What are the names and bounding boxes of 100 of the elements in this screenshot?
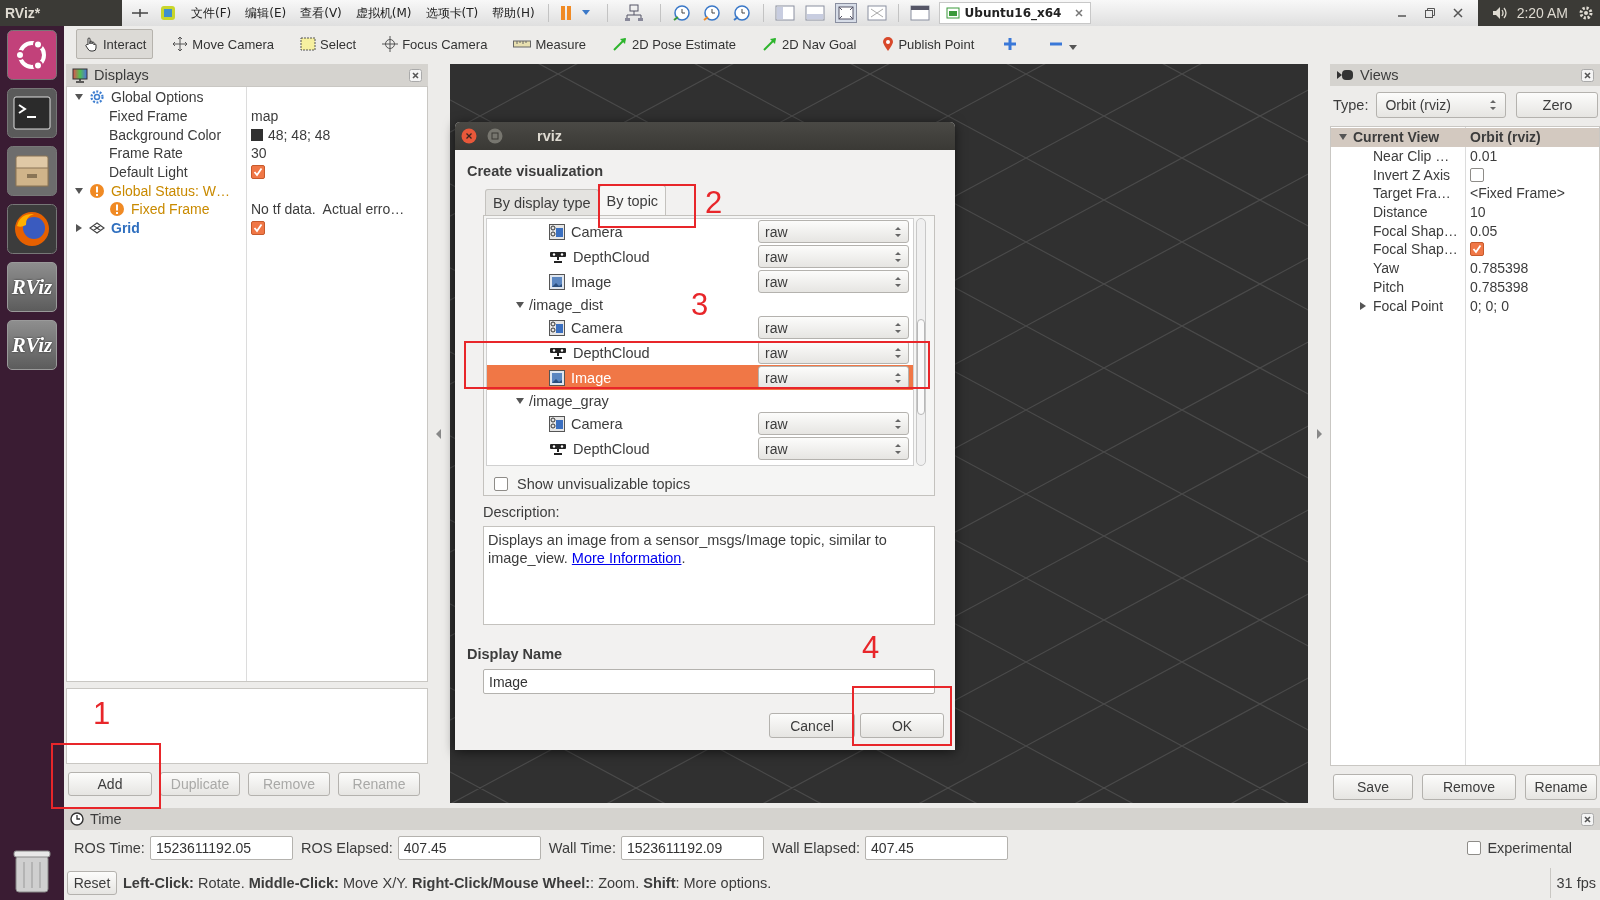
transport-dropdown[interactable]: raw	[758, 245, 910, 268]
fullscreen-icon[interactable]	[834, 3, 857, 23]
checkbox[interactable]	[251, 165, 265, 180]
caret-down-icon[interactable]	[515, 395, 525, 406]
launcher-button[interactable]: RViz	[7, 262, 57, 312]
menu-item[interactable]: 帮助(H)	[485, 4, 542, 22]
scrollbar[interactable]	[916, 218, 926, 466]
close-icon[interactable]	[1581, 812, 1594, 826]
menu-item[interactable]: 虚拟机(M)	[348, 4, 419, 22]
spinner-arrows-icon	[894, 249, 903, 264]
console-icon[interactable]	[909, 4, 930, 22]
collapse-right-icon[interactable]	[1316, 429, 1322, 439]
terminal-icon[interactable]	[7, 88, 57, 138]
topic-row[interactable]: Camera raw	[487, 219, 914, 244]
transport-dropdown[interactable]: raw	[758, 366, 910, 389]
time-field[interactable]: 1523611192.05	[149, 836, 293, 860]
transport-dropdown[interactable]: raw	[758, 341, 910, 364]
tool-button[interactable]: Publish Point	[875, 29, 982, 59]
checkbox[interactable]	[1467, 841, 1482, 855]
tool-button[interactable]: 2D Pose Estimate	[604, 29, 743, 59]
clock-icon[interactable]	[671, 4, 692, 22]
property-value: 0.01	[1470, 148, 1498, 165]
topic-row[interactable]: DepthCloud raw	[487, 340, 914, 365]
arrow-icon	[611, 36, 628, 52]
menu-item[interactable]: 文件(F)	[184, 4, 239, 22]
checkbox[interactable]	[1470, 242, 1484, 257]
clock-icon[interactable]	[701, 4, 722, 22]
display-name-field[interactable]: Image	[483, 669, 935, 694]
pause-icon[interactable]	[558, 5, 573, 21]
speaker-icon[interactable]	[1490, 5, 1507, 21]
camera-icon	[549, 415, 565, 432]
topic-row[interactable]: Image raw	[487, 365, 914, 390]
caret-down-icon[interactable]	[580, 9, 591, 17]
launcher-button[interactable]: RViz	[7, 320, 57, 370]
topic-row[interactable]: Camera raw	[487, 411, 914, 436]
menu-item[interactable]: 查看(V)	[293, 4, 349, 22]
tool-button[interactable]: Move Camera	[165, 29, 281, 59]
restore-icon[interactable]	[1424, 7, 1436, 19]
field-label: ROS Elapsed:	[300, 840, 393, 856]
checkbox[interactable]	[251, 221, 265, 236]
clock[interactable]: 2:20 AM	[1516, 5, 1568, 21]
time-field[interactable]: 407.45	[865, 836, 1009, 860]
drawer-icon[interactable]	[7, 146, 57, 196]
display-type: Image	[571, 273, 612, 290]
topic-row[interactable]: /image_gray	[487, 390, 615, 411]
tool-button[interactable]: Measure	[506, 29, 593, 59]
topic-row[interactable]: DepthCloud raw	[487, 436, 914, 461]
transport-dropdown[interactable]: raw	[758, 270, 910, 293]
library-icon[interactable]	[160, 5, 176, 21]
topic-row[interactable]: /image_dist	[487, 294, 610, 315]
transport-dropdown[interactable]: raw	[758, 220, 910, 243]
gear-icon[interactable]	[1578, 5, 1594, 21]
close-icon[interactable]	[409, 68, 422, 82]
collapse-left-icon[interactable]	[436, 429, 442, 439]
pin-icon[interactable]	[131, 6, 149, 20]
dialog-button[interactable]: Cancel	[769, 713, 855, 738]
tab[interactable]: By topic	[598, 185, 667, 215]
panel-button[interactable]: Save	[1333, 774, 1413, 800]
transport-dropdown[interactable]: raw	[758, 316, 910, 339]
tab[interactable]: By display type	[485, 189, 599, 215]
tool-button[interactable]: 2D Nav Goal	[755, 29, 864, 59]
property-value: 0.785398	[1470, 260, 1529, 277]
dialog-button[interactable]: OK	[860, 713, 944, 738]
zero-button[interactable]: Zero	[1516, 92, 1599, 118]
tool-button[interactable]: Select	[293, 29, 364, 59]
transport-dropdown[interactable]: raw	[758, 412, 910, 435]
panel-button[interactable]: Add	[68, 772, 152, 796]
panel-button[interactable]: Rename	[1525, 774, 1597, 800]
close-icon[interactable]	[1452, 7, 1464, 19]
menu-item[interactable]: 选项卡(T)	[418, 4, 486, 22]
more-information-link[interactable]: More Information	[571, 550, 682, 566]
close-icon[interactable]	[1581, 68, 1594, 82]
panel-button[interactable]: Remove	[1422, 774, 1516, 800]
circle-logo-icon[interactable]	[7, 30, 57, 80]
topic-row[interactable]: DepthCloud raw	[487, 244, 914, 269]
close-icon[interactable]	[1074, 8, 1085, 18]
close-icon[interactable]	[461, 128, 477, 144]
menu-item[interactable]: 编辑(E)	[238, 4, 294, 22]
property-value: 0; 0; 0	[1470, 297, 1509, 314]
transport-dropdown[interactable]: raw	[758, 437, 910, 460]
checkbox[interactable]	[494, 477, 508, 491]
view-type-dropdown[interactable]: Orbit (rviz)	[1376, 92, 1507, 118]
network-icon[interactable]	[623, 4, 644, 22]
type-label: Type:	[1333, 97, 1369, 113]
checkbox[interactable]	[1470, 167, 1484, 182]
tool-button[interactable]: Focus Camera	[375, 29, 495, 59]
caret-down-icon[interactable]	[1069, 45, 1078, 51]
trash-icon[interactable]	[12, 848, 52, 894]
image-icon	[549, 369, 565, 386]
browser-icon[interactable]	[7, 204, 57, 254]
reset-button[interactable]: Reset	[67, 871, 117, 895]
minimize-icon[interactable]	[487, 128, 503, 144]
caret-down-icon[interactable]	[515, 299, 525, 310]
clock-icon[interactable]	[731, 4, 752, 22]
plus-icon[interactable]	[1003, 37, 1018, 51]
display-type: Image	[571, 369, 612, 386]
time-field[interactable]: 1523611192.09	[620, 836, 764, 860]
tool-button[interactable]: Interact	[76, 29, 154, 59]
vm-tab[interactable]: Ubuntu16_x64	[938, 2, 1092, 24]
time-field[interactable]: 407.45	[397, 836, 541, 860]
